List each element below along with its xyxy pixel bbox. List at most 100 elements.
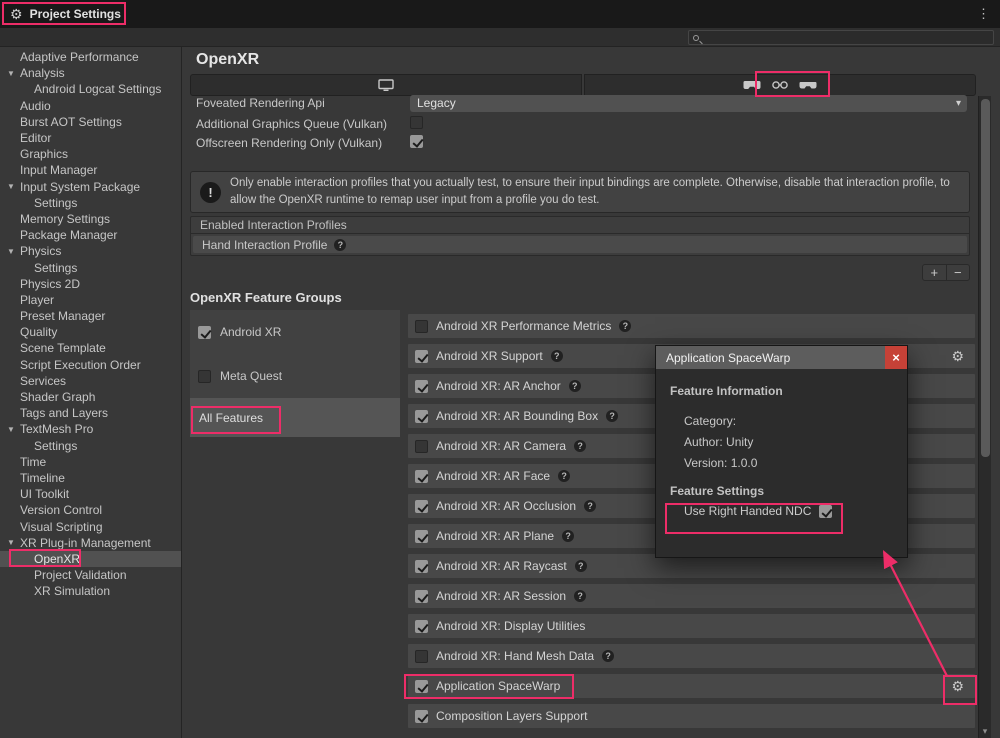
- feature-checkbox[interactable]: [415, 380, 428, 393]
- sidebar-item-input-system-package[interactable]: ▼Input System Package: [0, 179, 181, 195]
- tab-xr-devices[interactable]: [584, 74, 976, 96]
- sidebar-item-graphics[interactable]: Graphics: [0, 146, 181, 162]
- help-icon[interactable]: ?: [558, 470, 570, 482]
- sidebar-item-textmesh-pro-settings[interactable]: Settings: [0, 438, 181, 454]
- monitor-icon: [378, 79, 394, 92]
- search-icon: [693, 35, 699, 41]
- feature-checkbox[interactable]: [415, 410, 428, 423]
- feature-checkbox[interactable]: [415, 350, 428, 363]
- offscreen-rendering-only-label: Offscreen Rendering Only (Vulkan): [196, 136, 382, 150]
- help-icon[interactable]: ?: [606, 410, 618, 422]
- sidebar-item-android-logcat-settings[interactable]: Android Logcat Settings: [0, 81, 181, 97]
- feature-checkbox[interactable]: [415, 680, 428, 693]
- sidebar-item-time[interactable]: Time: [0, 454, 181, 470]
- feature-label: Android XR: AR Plane: [436, 529, 554, 543]
- use-right-handed-ndc-label: Use Right Handed NDC: [684, 504, 811, 518]
- help-icon[interactable]: ?: [602, 650, 614, 662]
- sidebar-item-xr-plug-in-management[interactable]: ▼XR Plug-in Management: [0, 535, 181, 551]
- help-icon[interactable]: ?: [584, 500, 596, 512]
- sidebar-item-quality[interactable]: Quality: [0, 324, 181, 340]
- help-icon[interactable]: ?: [575, 560, 587, 572]
- feature-checkbox[interactable]: [415, 650, 428, 663]
- sidebar-item-physics-settings[interactable]: Settings: [0, 259, 181, 275]
- tab-desktop[interactable]: [190, 74, 582, 96]
- feature-checkbox[interactable]: [415, 560, 428, 573]
- scroll-down-button[interactable]: ▾: [979, 726, 991, 737]
- remove-profile-button[interactable]: −: [947, 265, 970, 280]
- foldout-icon[interactable]: ▼: [7, 69, 20, 78]
- sidebar-item-shader-graph[interactable]: Shader Graph: [0, 389, 181, 405]
- feature-settings-gear-icon[interactable]: ⚙: [951, 348, 964, 365]
- foldout-icon[interactable]: ▼: [7, 538, 20, 547]
- foldout-icon[interactable]: ▼: [7, 247, 20, 256]
- feature-checkbox[interactable]: [415, 470, 428, 483]
- feature-checkbox[interactable]: [415, 710, 428, 723]
- sidebar-item-xr-simulation[interactable]: XR Simulation: [0, 583, 181, 599]
- search-field[interactable]: [688, 30, 994, 45]
- feature-checkbox[interactable]: [415, 500, 428, 513]
- help-icon[interactable]: ?: [562, 530, 574, 542]
- vertical-scrollbar[interactable]: ▾: [978, 96, 991, 738]
- hand-interaction-profile-row[interactable]: Hand Interaction Profile ?: [193, 236, 967, 253]
- sidebar-item-analysis[interactable]: ▼Analysis: [0, 65, 181, 81]
- sidebar-item-project-validation[interactable]: Project Validation: [0, 567, 181, 583]
- feature-checkbox[interactable]: [415, 590, 428, 603]
- additional-graphics-queue-checkbox[interactable]: [410, 116, 423, 129]
- feature-settings-gear-icon[interactable]: ⚙: [951, 678, 964, 695]
- help-icon[interactable]: ?: [551, 350, 563, 362]
- sidebar-item-input-system-settings[interactable]: Settings: [0, 195, 181, 211]
- sidebar-item-openxr[interactable]: OpenXR: [0, 551, 181, 567]
- sidebar-item-physics-2d[interactable]: Physics 2D: [0, 276, 181, 292]
- sidebar-item-script-execution-order[interactable]: Script Execution Order: [0, 357, 181, 373]
- sidebar-item-textmesh-pro[interactable]: ▼TextMesh Pro: [0, 421, 181, 437]
- sidebar-item-burst-aot-settings[interactable]: Burst AOT Settings: [0, 114, 181, 130]
- help-icon[interactable]: ?: [334, 239, 346, 251]
- window-menu-icon[interactable]: ⋮: [977, 6, 990, 22]
- feature-row-ar-session: Android XR: AR Session ?: [408, 584, 975, 608]
- help-icon[interactable]: ?: [574, 590, 586, 602]
- search-input[interactable]: [704, 32, 989, 44]
- sidebar-item-visual-scripting[interactable]: Visual Scripting: [0, 518, 181, 534]
- interaction-profiles-box: Enabled Interaction Profiles Hand Intera…: [190, 216, 970, 256]
- sidebar-item-version-control[interactable]: Version Control: [0, 502, 181, 518]
- offscreen-rendering-only-checkbox[interactable]: [410, 135, 423, 148]
- scrollbar-thumb[interactable]: [981, 99, 990, 457]
- feature-checkbox[interactable]: [415, 620, 428, 633]
- foldout-icon[interactable]: ▼: [7, 425, 20, 434]
- help-icon[interactable]: ?: [574, 440, 586, 452]
- meta-quest-group-checkbox[interactable]: [198, 370, 211, 383]
- sidebar-item-player[interactable]: Player: [0, 292, 181, 308]
- sidebar-item-timeline[interactable]: Timeline: [0, 470, 181, 486]
- foveated-rendering-api-label: Foveated Rendering Api: [196, 96, 325, 110]
- sidebar-item-editor[interactable]: Editor: [0, 130, 181, 146]
- foldout-icon[interactable]: ▼: [7, 182, 20, 191]
- sidebar-item-audio[interactable]: Audio: [0, 98, 181, 114]
- sidebar-item-memory-settings[interactable]: Memory Settings: [0, 211, 181, 227]
- sidebar-item-preset-manager[interactable]: Preset Manager: [0, 308, 181, 324]
- feature-checkbox[interactable]: [415, 440, 428, 453]
- sidebar-item-ui-toolkit[interactable]: UI Toolkit: [0, 486, 181, 502]
- foveated-rendering-api-dropdown[interactable]: Legacy ▾: [410, 95, 967, 112]
- popup-close-button[interactable]: ×: [885, 346, 907, 369]
- feature-label: Android XR: AR Anchor: [436, 379, 561, 393]
- help-icon[interactable]: ?: [619, 320, 631, 332]
- sidebar-item-services[interactable]: Services: [0, 373, 181, 389]
- sidebar-item-input-manager[interactable]: Input Manager: [0, 162, 181, 178]
- window-titlebar: ⚙ Project Settings ⋮: [0, 0, 1000, 28]
- sidebar-item-tags-and-layers[interactable]: Tags and Layers: [0, 405, 181, 421]
- all-features-button[interactable]: All Features: [190, 398, 400, 437]
- sidebar-item-physics[interactable]: ▼Physics: [0, 243, 181, 259]
- add-profile-button[interactable]: +: [923, 265, 947, 280]
- android-xr-group-checkbox[interactable]: [198, 326, 211, 339]
- feature-checkbox[interactable]: [415, 320, 428, 333]
- feature-checkbox[interactable]: [415, 530, 428, 543]
- feature-group-android-xr[interactable]: Android XR: [190, 310, 400, 354]
- settings-sidebar: Adaptive Performance ▼Analysis Android L…: [0, 47, 182, 738]
- help-icon[interactable]: ?: [569, 380, 581, 392]
- sidebar-item-adaptive-performance[interactable]: Adaptive Performance: [0, 49, 181, 65]
- sidebar-item-scene-template[interactable]: Scene Template: [0, 340, 181, 356]
- use-right-handed-ndc-checkbox[interactable]: [819, 505, 832, 518]
- sidebar-item-package-manager[interactable]: Package Manager: [0, 227, 181, 243]
- feature-groups-heading: OpenXR Feature Groups: [190, 290, 342, 305]
- feature-group-meta-quest[interactable]: Meta Quest: [190, 354, 400, 398]
